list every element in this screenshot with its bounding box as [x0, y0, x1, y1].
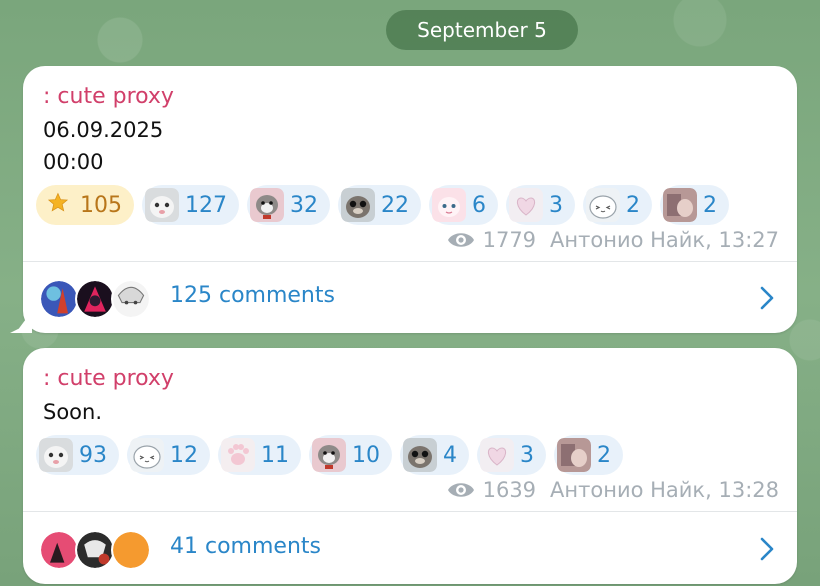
avatar [75, 279, 115, 319]
chevron-right-icon [760, 286, 774, 310]
avatar [39, 279, 79, 319]
reaction-count: 3 [520, 442, 534, 468]
reaction-count: 2 [597, 442, 611, 468]
reaction-sticker[interactable]: 127 [142, 185, 239, 225]
reaction-count: 2 [626, 192, 640, 218]
reaction-sticker[interactable]: 10 [309, 435, 392, 475]
post-author[interactable]: : cute proxy [43, 84, 174, 109]
reaction-count: 105 [80, 192, 122, 218]
photo-sticker-icon [557, 438, 591, 472]
channel-post: : cute proxy Soon. 93 12 11 10 4 3 2 163… [23, 348, 797, 584]
reaction-count: 93 [79, 442, 107, 468]
reaction-sticker[interactable]: 22 [338, 185, 421, 225]
reaction-sticker[interactable]: 4 [400, 435, 469, 475]
reaction-count: 11 [261, 442, 289, 468]
chevron-right-icon [760, 537, 774, 561]
reaction-count: 12 [170, 442, 198, 468]
post-text-line: Soon. [43, 400, 103, 424]
reaction-count: 127 [185, 192, 227, 218]
comments-button[interactable]: 41 comments [23, 514, 797, 584]
reaction-count: 32 [290, 192, 318, 218]
reaction-count: 22 [381, 192, 409, 218]
divider [23, 511, 797, 512]
reaction-count: 6 [472, 192, 486, 218]
heart-sticker-icon [480, 438, 514, 472]
divider [23, 261, 797, 262]
reaction-sticker[interactable]: 3 [477, 435, 546, 475]
views-eye-icon [447, 483, 474, 497]
pink-bunny-sticker-icon [432, 188, 466, 222]
reaction-sticker[interactable]: 2 [554, 435, 623, 475]
heart-sticker-icon [509, 188, 543, 222]
comments-button[interactable]: 125 comments [23, 263, 797, 333]
cat-bow-sticker-icon [250, 188, 284, 222]
post-signature: Антонио Найк, 13:27 [550, 228, 779, 252]
commenter-avatars [39, 279, 159, 319]
paw-sticker-icon [221, 438, 255, 472]
reaction-sticker[interactable]: 3 [506, 185, 575, 225]
post-meta: 1639 Антонио Найк, 13:28 [447, 478, 779, 502]
channel-post: : cute proxy 06.09.2025 00:00 105 127 32 [23, 66, 797, 333]
reaction-count: 2 [703, 192, 717, 218]
hamster-sticker-icon [341, 188, 375, 222]
views-eye-icon [447, 233, 474, 247]
reaction-sticker[interactable]: 32 [247, 185, 330, 225]
star-icon [48, 192, 69, 212]
avatar [75, 530, 115, 570]
post-meta: 1779 Антонио Найк, 13:27 [447, 228, 779, 252]
post-author[interactable]: : cute proxy [43, 366, 174, 391]
avatar [39, 530, 79, 570]
reaction-count: 10 [352, 442, 380, 468]
reaction-sticker[interactable]: 6 [429, 185, 498, 225]
reaction-count: 3 [549, 192, 563, 218]
reaction-sticker[interactable]: 93 [36, 435, 119, 475]
reaction-sticker[interactable]: 2 [660, 185, 729, 225]
post-text-line: 00:00 [43, 150, 104, 174]
date-divider: September 5 [386, 10, 578, 50]
fluffy-cat-sticker-icon [586, 188, 620, 222]
reactions-bar: 105 127 32 22 6 3 2 2 [36, 185, 729, 225]
fluffy-cat-sticker-icon [130, 438, 164, 472]
cat-bow-sticker-icon [312, 438, 346, 472]
white-cat-sticker-icon [145, 188, 179, 222]
post-text-line: 06.09.2025 [43, 118, 164, 142]
comments-count: 125 comments [170, 283, 335, 308]
reaction-sticker[interactable]: 11 [218, 435, 301, 475]
avatar [111, 530, 151, 570]
white-cat-sticker-icon [39, 438, 73, 472]
post-signature: Антонио Найк, 13:28 [550, 478, 779, 502]
avatar [111, 279, 151, 319]
reaction-star[interactable]: 105 [36, 185, 134, 225]
hamster-sticker-icon [403, 438, 437, 472]
photo-sticker-icon [663, 188, 697, 222]
views-count: 1639 [482, 478, 537, 502]
views-count: 1779 [482, 228, 537, 252]
reactions-bar: 93 12 11 10 4 3 2 [36, 435, 623, 475]
reaction-count: 4 [443, 442, 457, 468]
comments-count: 41 comments [170, 534, 321, 559]
reaction-sticker[interactable]: 2 [583, 185, 652, 225]
reaction-sticker[interactable]: 12 [127, 435, 210, 475]
commenter-avatars [39, 530, 159, 570]
